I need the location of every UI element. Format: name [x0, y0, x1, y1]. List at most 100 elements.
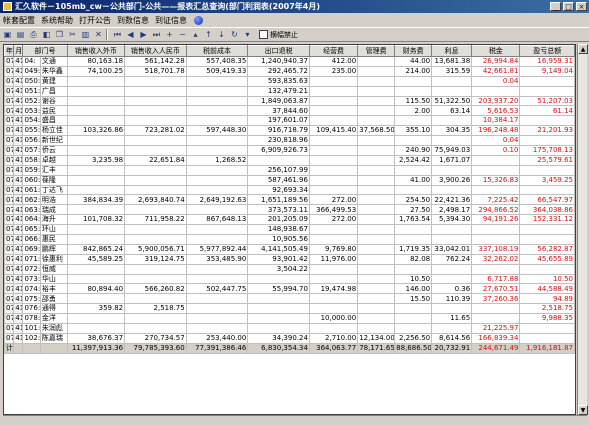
table-cell[interactable]: 07 [4, 332, 15, 344]
maximize-button[interactable]: □ [563, 2, 574, 11]
table-cell[interactable] [66, 224, 126, 236]
table-cell[interactable]: 惠民 [39, 234, 68, 245]
table-cell[interactable]: 新世纪 [39, 135, 68, 147]
table-row[interactable]: 0741073:华山10.506,717.8810.50 [4, 273, 575, 285]
table-cell[interactable]: 0.04 [471, 75, 521, 87]
cut-icon[interactable]: ✂ [67, 29, 78, 40]
table-cell[interactable] [308, 95, 359, 107]
table-cell[interactable]: 101: [22, 323, 41, 334]
table-row[interactable]: 0741065:环山 148,938.67 [4, 224, 575, 236]
col-header-sales-foreign[interactable]: 销售收入外币 [66, 45, 126, 57]
table-cell[interactable]: 052: [22, 95, 41, 107]
table-cell[interactable] [66, 95, 126, 107]
table-cell[interactable]: 304.35 [431, 125, 473, 137]
table-cell[interactable]: 文通 [39, 56, 68, 67]
table-cell[interactable] [431, 135, 473, 147]
table-cell[interactable] [124, 115, 187, 127]
table-cell[interactable] [357, 303, 396, 315]
table-cell[interactable]: 166,839.34 [471, 332, 521, 344]
table-cell[interactable] [66, 204, 126, 216]
table-cell[interactable] [185, 313, 249, 325]
table-cell[interactable]: 058: [22, 154, 41, 166]
table-cell[interactable]: 07 [4, 224, 15, 236]
table-cell[interactable]: 07 [4, 85, 15, 97]
table-cell[interactable] [124, 313, 187, 325]
table-cell[interactable]: 10,384.17 [471, 115, 521, 127]
table-cell[interactable]: 272.00 [308, 194, 359, 206]
table-cell[interactable]: 41 [13, 85, 24, 97]
table-cell[interactable]: 陈嘉瑞 [39, 332, 68, 344]
table-cell[interactable]: 069: [22, 243, 41, 255]
table-cell[interactable]: 61.14 [519, 105, 575, 117]
table-cell[interactable]: 0.36 [431, 283, 473, 295]
table-cell[interactable] [124, 234, 187, 245]
table-cell[interactable]: 益民 [39, 105, 68, 117]
table-cell[interactable] [394, 224, 433, 236]
table-cell[interactable]: 762.24 [431, 253, 473, 265]
table-cell[interactable]: 广昌 [39, 85, 68, 97]
horizontal-scrollbar[interactable] [3, 415, 587, 425]
table-cell[interactable] [124, 204, 187, 216]
table-cell[interactable]: 41 [13, 263, 24, 275]
table-cell[interactable]: 41 [13, 283, 24, 295]
table-row[interactable]: 0741062:明浩384,834.392,693,840.742,649,19… [4, 194, 575, 206]
table-cell[interactable]: 11.65 [431, 313, 473, 325]
table-cell[interactable] [308, 115, 359, 127]
table-cell[interactable] [185, 135, 249, 147]
table-row[interactable]: 0741069:鹏辉842,865.245,900,056.715,977,89… [4, 243, 575, 255]
table-cell[interactable] [247, 293, 310, 305]
table-cell[interactable]: 41 [13, 243, 24, 255]
table-cell[interactable]: 07 [4, 115, 15, 127]
table-row[interactable]: 0741058:卓越3,235.9822,651.841,268.52 2,524… [4, 154, 575, 166]
table-row[interactable]: 0741061:丁达飞 92,693.34 [4, 184, 575, 196]
table-cell[interactable]: 842,865.24 [66, 243, 126, 255]
table-cell[interactable] [308, 174, 359, 186]
table-cell[interactable] [519, 323, 575, 334]
paste-icon[interactable]: ▥ [80, 29, 91, 40]
table-cell[interactable]: 8,614.56 [431, 332, 473, 344]
table-cell[interactable] [185, 293, 249, 305]
table-cell[interactable] [471, 313, 521, 325]
table-cell[interactable] [394, 115, 433, 127]
minimize-button[interactable]: _ [550, 2, 561, 11]
table-cell[interactable]: 44,588.49 [519, 283, 575, 295]
table-cell[interactable]: 21,201.93 [519, 125, 575, 137]
table-cell[interactable]: 07 [4, 164, 15, 176]
table-cell[interactable]: 072: [22, 263, 41, 275]
table-cell[interactable] [185, 204, 249, 216]
table-cell[interactable] [124, 263, 187, 275]
table-row[interactable]: 0741074:裕丰80,894.40566,260.82502,447.755… [4, 283, 575, 295]
table-cell[interactable]: 561,142.28 [124, 56, 187, 67]
table-cell[interactable] [431, 184, 473, 196]
table-cell[interactable]: 66,547.97 [519, 194, 575, 206]
table-row[interactable]: 0741059:汇丰 256,107.99 [4, 164, 575, 176]
table-cell[interactable]: 062: [22, 194, 41, 206]
table-cell[interactable] [124, 145, 187, 156]
table-row[interactable]: 0741052:谢谷 1,849,063.87 115.5051,322.50203… [4, 95, 575, 107]
table-cell[interactable]: 075: [22, 293, 41, 305]
table-cell[interactable]: 053: [22, 105, 41, 117]
col-header-pretax-cost[interactable]: 税前成本 [185, 45, 249, 57]
table-cell[interactable]: 41 [13, 234, 24, 245]
table-cell[interactable]: 金洋 [39, 313, 68, 325]
table-cell[interactable] [431, 234, 473, 245]
table-cell[interactable] [185, 95, 249, 107]
table-cell[interactable]: 38,676.37 [66, 332, 126, 344]
table-cell[interactable] [66, 293, 126, 305]
table-cell[interactable] [308, 303, 359, 315]
table-cell[interactable]: 10.50 [394, 273, 433, 285]
table-cell[interactable] [394, 323, 433, 334]
table-cell[interactable] [471, 224, 521, 236]
table-cell[interactable]: 1,671.07 [431, 154, 473, 166]
table-cell[interactable]: 073: [22, 273, 41, 285]
table-cell[interactable] [357, 56, 396, 67]
table-cell[interactable]: 41 [13, 323, 24, 334]
table-cell[interactable] [357, 224, 396, 236]
table-cell[interactable]: 254.50 [394, 194, 433, 206]
table-cell[interactable]: 102: [22, 332, 41, 344]
table-cell[interactable] [519, 85, 575, 97]
table-cell[interactable] [308, 273, 359, 285]
col-header-year[interactable]: 年 [4, 45, 15, 57]
table-cell[interactable]: 2,256.50 [394, 332, 433, 344]
table-cell[interactable]: 049: [22, 65, 41, 77]
